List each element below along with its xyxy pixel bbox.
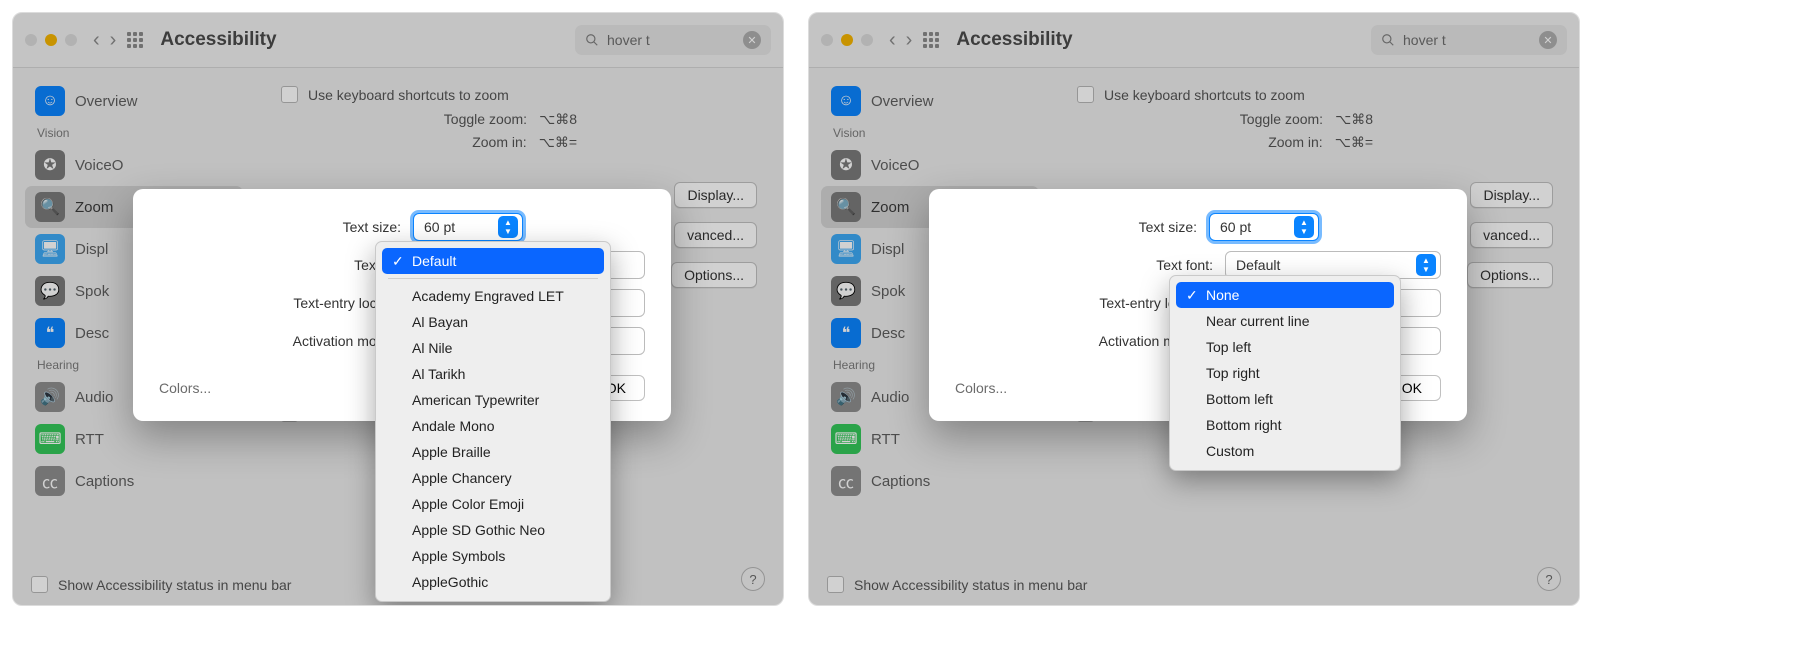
dropdown-item[interactable]: Apple Braille [382, 439, 604, 465]
text-font-dropdown[interactable]: Default Academy Engraved LET Al Bayan Al… [375, 241, 611, 602]
dropdown-item[interactable]: Apple Chancery [382, 465, 604, 491]
colors-button[interactable]: Colors... [159, 380, 211, 396]
dropdown-item[interactable]: AppleGothic [382, 569, 604, 595]
chevrons-icon: ▲▼ [1416, 254, 1436, 276]
preferences-window-left: ‹ › Accessibility hover t ✕ ☺Overview Vi… [12, 12, 784, 606]
dropdown-item-default[interactable]: Default [382, 248, 604, 274]
stepper-icon: ▲▼ [1294, 216, 1314, 238]
text-entry-location-dropdown[interactable]: None Near current line Top left Top righ… [1169, 275, 1401, 471]
dropdown-item[interactable]: Al Nile [382, 335, 604, 361]
text-size-value: 60 pt [1220, 219, 1251, 235]
dropdown-item[interactable]: Andale Mono [382, 413, 604, 439]
text-size-value: 60 pt [424, 219, 455, 235]
dropdown-item[interactable]: Bottom right [1176, 412, 1394, 438]
dropdown-item[interactable]: American Typewriter [382, 387, 604, 413]
preferences-window-right: ‹ › Accessibility hover t ✕ ☺Overview Vi… [808, 12, 1580, 606]
dropdown-item[interactable]: Academy Engraved LET [382, 283, 604, 309]
dropdown-item[interactable]: Top right [1176, 360, 1394, 386]
dropdown-item[interactable]: Apple Color Emoji [382, 491, 604, 517]
stepper-icon: ▲▼ [498, 216, 518, 238]
dropdown-item[interactable]: Custom [1176, 438, 1394, 464]
colors-button[interactable]: Colors... [955, 380, 1007, 396]
text-font-value: Default [1236, 257, 1280, 273]
text-size-label: Text size: [1037, 219, 1197, 235]
dropdown-item[interactable]: Top left [1176, 334, 1394, 360]
dropdown-item[interactable]: Al Bayan [382, 309, 604, 335]
text-size-popup[interactable]: 60 pt ▲▼ [1209, 213, 1319, 241]
dropdown-item-none[interactable]: None [1176, 282, 1394, 308]
dropdown-item[interactable]: Al Tarikh [382, 361, 604, 387]
text-size-label: Text size: [241, 219, 401, 235]
text-font-label: Text font: [1053, 257, 1213, 273]
text-size-popup[interactable]: 60 pt ▲▼ [413, 213, 523, 241]
dropdown-separator [388, 278, 598, 279]
dropdown-item[interactable]: Apple SD Gothic Neo [382, 517, 604, 543]
dropdown-item[interactable]: Apple Symbols [382, 543, 604, 569]
dropdown-item[interactable]: Near current line [1176, 308, 1394, 334]
dropdown-item[interactable]: Bottom left [1176, 386, 1394, 412]
